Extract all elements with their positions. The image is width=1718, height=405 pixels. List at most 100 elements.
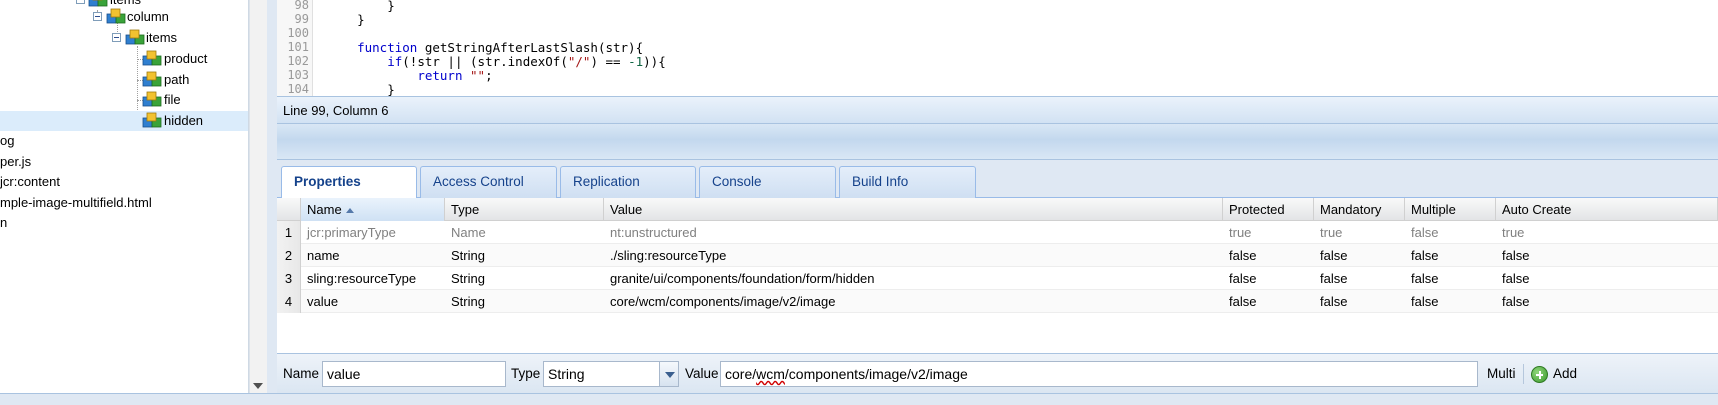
line-number: 99 bbox=[294, 12, 309, 26]
node-icon bbox=[142, 112, 162, 128]
tree-node-file[interactable]: file bbox=[0, 90, 248, 110]
tree-node-label: path bbox=[164, 72, 190, 87]
column-header-mandatory[interactable]: Mandatory bbox=[1314, 198, 1405, 221]
tab-console[interactable]: Console bbox=[699, 166, 836, 198]
panel-divider[interactable] bbox=[267, 0, 277, 393]
tree-node-path[interactable]: path bbox=[0, 70, 248, 90]
tree-node-multifield-html[interactable]: mple-image-multifield.html bbox=[0, 193, 248, 213]
name-input[interactable]: value bbox=[322, 361, 506, 387]
column-header-label: Name bbox=[307, 202, 342, 217]
code-line: } bbox=[327, 12, 365, 27]
value-field-label: Value bbox=[685, 366, 719, 381]
cell-type: String bbox=[451, 248, 485, 263]
cell-type: String bbox=[451, 271, 485, 286]
property-edit-toolbar: Name value Type String Value core/wcm/co… bbox=[277, 353, 1718, 393]
tree-node-n[interactable]: n bbox=[0, 213, 248, 233]
tab-access-control[interactable]: Access Control bbox=[420, 166, 557, 198]
code-line: } bbox=[327, 82, 395, 96]
tab-label: Replication bbox=[573, 174, 640, 189]
chevron-down-icon[interactable] bbox=[659, 361, 679, 387]
tree-node-label: n bbox=[0, 215, 8, 230]
tree-node-hidden[interactable]: hidden bbox=[0, 111, 248, 131]
column-header-value[interactable]: Value bbox=[604, 198, 1223, 221]
tree-node-label: jcr:content bbox=[0, 174, 60, 189]
cell-auto-create: false bbox=[1502, 294, 1530, 309]
cell-name: value bbox=[307, 294, 339, 309]
tree-node-label: items bbox=[146, 30, 178, 45]
add-property-button[interactable]: Add bbox=[1531, 363, 1577, 385]
cell-name: jcr:primaryType bbox=[307, 225, 396, 240]
tree-node-per-js[interactable]: per.js bbox=[0, 152, 248, 172]
cell-type: String bbox=[451, 294, 485, 309]
tree-node-items[interactable]: items bbox=[0, 28, 248, 48]
cell-name: name bbox=[307, 248, 340, 263]
table-row[interactable]: 3 sling:resourceType String granite/ui/c… bbox=[277, 267, 1718, 290]
value-input[interactable]: core/wcm/components/image/v2/image bbox=[720, 361, 1478, 387]
type-select[interactable]: String bbox=[543, 361, 660, 387]
table-row[interactable]: 2 name String ./sling:resourceType false… bbox=[277, 244, 1718, 267]
tree-node-label: column bbox=[127, 9, 169, 24]
rownum-header bbox=[277, 198, 301, 221]
table-row[interactable]: 1 jcr:primaryType Name nt:unstructured t… bbox=[277, 221, 1718, 244]
column-header-auto-create[interactable]: Auto Create bbox=[1496, 198, 1718, 221]
cell-protected: false bbox=[1229, 248, 1257, 263]
code-line: if(!str || (str.indexOf("/") == -1)){ bbox=[387, 54, 666, 69]
code-editor[interactable]: 98 99 100 101 102 103 104 } } function g… bbox=[277, 0, 1718, 96]
column-header-label: Type bbox=[451, 202, 480, 217]
cell-auto-create: false bbox=[1502, 248, 1530, 263]
line-number: 104 bbox=[287, 82, 309, 96]
tree-node-label: hidden bbox=[164, 113, 204, 128]
cell-type: Name bbox=[451, 225, 486, 240]
collapse-toggle-icon[interactable] bbox=[93, 12, 102, 21]
tab-build-info[interactable]: Build Info bbox=[839, 166, 976, 198]
column-header-label: Auto Create bbox=[1502, 202, 1572, 217]
code-line: return ""; bbox=[417, 68, 493, 83]
tree-node-product[interactable]: product bbox=[0, 49, 248, 69]
properties-grid-header: Name Type Value Protected Mandatory Mult… bbox=[277, 198, 1718, 221]
tab-strip: Properties Access Control Replication Co… bbox=[277, 160, 1718, 199]
tab-properties[interactable]: Properties bbox=[281, 166, 417, 199]
cell-protected: false bbox=[1229, 271, 1257, 286]
cell-value: ./sling:resourceType bbox=[610, 248, 727, 263]
row-number: 2 bbox=[277, 244, 301, 267]
cell-value: nt:unstructured bbox=[610, 225, 697, 240]
horizontal-splitter[interactable] bbox=[277, 124, 1718, 160]
column-header-label: Value bbox=[610, 202, 643, 217]
cell-value: granite/ui/components/foundation/form/hi… bbox=[610, 271, 875, 286]
cell-auto-create: false bbox=[1502, 271, 1530, 286]
collapse-toggle-icon[interactable] bbox=[76, 0, 85, 4]
table-row[interactable]: 4 value String core/wcm/components/image… bbox=[277, 290, 1718, 313]
multi-toggle[interactable]: Multi bbox=[1487, 366, 1516, 381]
line-number: 103 bbox=[287, 68, 309, 82]
cell-mandatory: true bbox=[1320, 225, 1343, 240]
column-header-multiple[interactable]: Multiple bbox=[1405, 198, 1496, 221]
add-icon bbox=[1531, 366, 1548, 383]
tree-scrollbar[interactable] bbox=[249, 0, 267, 393]
tab-label: Build Info bbox=[852, 174, 909, 189]
column-header-protected[interactable]: Protected bbox=[1223, 198, 1314, 221]
tree-node-label: og bbox=[0, 133, 15, 148]
properties-panel: Properties Access Control Replication Co… bbox=[277, 160, 1718, 393]
line-number: 102 bbox=[287, 54, 309, 68]
column-header-name[interactable]: Name bbox=[301, 198, 445, 221]
row-number: 1 bbox=[277, 221, 301, 244]
cell-multiple: false bbox=[1411, 248, 1439, 263]
collapse-toggle-icon[interactable] bbox=[112, 33, 121, 42]
sort-ascending-icon bbox=[345, 208, 354, 214]
tab-replication[interactable]: Replication bbox=[560, 166, 696, 198]
tree-node-og[interactable]: og bbox=[0, 131, 248, 151]
line-number: 101 bbox=[287, 40, 309, 54]
scroll-down-icon[interactable] bbox=[253, 383, 263, 389]
row-number: 3 bbox=[277, 267, 301, 290]
tree-node-label: mple-image-multifield.html bbox=[0, 195, 152, 210]
tree-node-label: product bbox=[164, 51, 208, 66]
name-field-label: Name bbox=[283, 366, 320, 381]
cell-mandatory: false bbox=[1320, 248, 1348, 263]
node-icon bbox=[142, 50, 162, 66]
value-text-part: core/ bbox=[725, 366, 757, 382]
cell-multiple: false bbox=[1411, 294, 1439, 309]
tree-node-jcr-content[interactable]: jcr:content bbox=[0, 172, 248, 192]
node-icon bbox=[142, 91, 162, 107]
tree-node-column[interactable]: column bbox=[0, 7, 248, 27]
column-header-type[interactable]: Type bbox=[445, 198, 604, 221]
